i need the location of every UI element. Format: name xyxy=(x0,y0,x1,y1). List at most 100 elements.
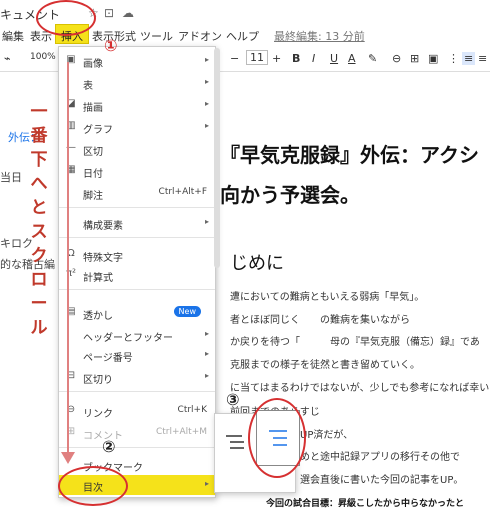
annotation-number-3: ③ xyxy=(226,390,240,409)
menu-help[interactable]: ヘルプ xyxy=(226,28,259,44)
menu-label: 表 xyxy=(83,81,93,92)
submenu-arrow-icon: ▸ xyxy=(204,371,209,380)
menu-label: 透かし xyxy=(83,311,113,322)
move-icon[interactable]: ⊡ xyxy=(104,6,114,20)
image-icon[interactable]: ▣ xyxy=(428,52,438,65)
annotation-char: ク xyxy=(30,246,48,266)
menu-date[interactable]: ▦ 日付 xyxy=(59,161,215,181)
menu-drawing[interactable]: ◪ 描画 ▸ xyxy=(59,95,215,115)
menu-building-blocks[interactable]: 構成要素 ▸ xyxy=(59,213,215,233)
more-icon[interactable]: ⋮ xyxy=(448,52,459,65)
body-line: UP済だが、 xyxy=(300,430,354,441)
zoom-select[interactable]: 100% xyxy=(30,52,56,62)
insert-menu: ▣ 画像 ▸ 表 ▸ ◪ 描画 ▸ ▥ グラフ ▸ — 区切 ▦ 日付 脚注 C… xyxy=(58,46,216,498)
annotation-char: 下 xyxy=(30,150,48,170)
shortcut-text: Ctrl+K xyxy=(177,405,207,415)
font-size-decrease[interactable]: − xyxy=(230,52,239,65)
shortcut-text: Ctrl+Alt+M xyxy=(155,427,207,437)
submenu-arrow-icon: ▸ xyxy=(204,479,209,488)
shortcut-text: Ctrl+Alt+F xyxy=(158,187,207,197)
menu-label: ヘッダーとフッター xyxy=(83,333,173,344)
body-line: 遭においての難病ともいえる弱病「早気」。 xyxy=(230,292,425,303)
menu-headers-footers[interactable]: ヘッダーとフッター ▸ xyxy=(59,325,215,345)
menu-addons[interactable]: アドオン xyxy=(178,28,222,44)
underline-button[interactable]: U xyxy=(330,52,338,65)
body-line: 者とほぼ同じく の難病を集いながら xyxy=(230,315,410,326)
menu-tools[interactable]: ツール xyxy=(140,28,173,44)
menu-label: 区切 xyxy=(83,147,103,158)
menu-divider xyxy=(59,207,215,208)
section-heading: じめに xyxy=(230,253,284,274)
annotation-circle-toc-style xyxy=(248,398,306,478)
font-size-increase[interactable]: + xyxy=(272,52,281,65)
annotation-char: ロ xyxy=(30,270,48,290)
highlight-icon[interactable]: ✎ xyxy=(368,52,377,65)
text-color-button[interactable]: A xyxy=(348,52,356,65)
annotation-char: 番 xyxy=(30,126,48,146)
submenu-arrow-icon: ▸ xyxy=(204,329,209,338)
menu-footnote[interactable]: 脚注 Ctrl+Alt+F xyxy=(59,183,215,203)
menu-link[interactable]: ⊖ リンク Ctrl+K xyxy=(59,401,215,421)
menu-label: ページ番号 xyxy=(83,353,133,364)
annotation-number-1: ① xyxy=(104,36,118,55)
menu-label: 構成要素 xyxy=(83,221,123,232)
annotation-char: へ xyxy=(30,174,48,194)
menu-equation[interactable]: π² 計算式 xyxy=(59,265,215,285)
submenu-arrow-icon: ▸ xyxy=(204,55,209,64)
menu-image[interactable]: ▣ 画像 ▸ xyxy=(59,51,215,71)
menu-label: 脚注 xyxy=(83,191,103,202)
outline-note: 当日 xyxy=(0,171,22,184)
menu-chart[interactable]: ▥ グラフ ▸ xyxy=(59,117,215,137)
menu-special-characters[interactable]: Ω 特殊文字 xyxy=(59,245,215,265)
body-line: 克服までの様子を徒然と書き留めていく。 xyxy=(230,360,420,371)
italic-button[interactable]: I xyxy=(312,52,315,65)
new-badge: New xyxy=(173,306,201,317)
scroll-guide-line xyxy=(67,62,69,457)
bold-button[interactable]: B xyxy=(292,52,300,65)
menu-label: 特殊文字 xyxy=(83,253,123,264)
scroll-guide-arrow-icon xyxy=(61,452,75,464)
annotation-char: ス xyxy=(30,222,48,242)
toc-plain-icon xyxy=(226,435,244,449)
paint-format-icon[interactable]: ⌁ xyxy=(4,52,11,65)
menu-page-numbers[interactable]: ページ番号 ▸ xyxy=(59,345,215,365)
body-line: に当てはまるわけではないが、少しでも参考になれば幸い xyxy=(230,383,490,394)
submenu-arrow-icon: ▸ xyxy=(204,99,209,108)
menu-label: 計算式 xyxy=(83,273,113,284)
menu-label: 描画 xyxy=(83,103,103,114)
menu-break[interactable]: ⊟ 区切り ▸ xyxy=(59,367,215,387)
menu-scrollbar[interactable] xyxy=(214,48,220,268)
align-left-icon[interactable]: ≡ xyxy=(462,52,476,65)
menu-divider xyxy=(59,391,215,392)
menu-label: 日付 xyxy=(83,169,103,180)
last-edit-link[interactable]: 最終編集: 13 分前 xyxy=(274,28,365,44)
toc-style-plain-option[interactable] xyxy=(224,424,246,460)
submenu-arrow-icon: ▸ xyxy=(204,121,209,130)
link-icon[interactable]: ⊖ xyxy=(392,52,401,65)
body-line: めと途中記録アプリの移行その他で xyxy=(300,452,460,463)
annotation-circle-toc xyxy=(58,466,128,506)
annotation-char: ー xyxy=(30,294,48,314)
body-line: か戻りを待つ「 母の『早気克服（備忘）録』であ xyxy=(230,337,480,348)
submenu-arrow-icon: ▸ xyxy=(204,217,209,226)
submenu-arrow-icon: ▸ xyxy=(204,77,209,86)
menu-divider xyxy=(59,289,215,290)
menu-label: リンク xyxy=(83,409,113,420)
menu-horizontal-line[interactable]: — 区切 xyxy=(59,139,215,159)
menu-label: グラフ xyxy=(83,125,113,136)
comment-icon[interactable]: ⊞ xyxy=(410,52,419,65)
document-heading: 『早気克服録』外伝：アクシ xyxy=(220,143,479,167)
menu-edit[interactable]: 編集 xyxy=(2,28,24,44)
menu-label: 画像 xyxy=(83,59,103,70)
annotation-vertical-text: 一 番 下 へ と ス ク ロ ー ル xyxy=(26,100,52,340)
annotation-char: ル xyxy=(30,318,48,338)
annotation-char: 一 xyxy=(30,102,48,122)
cloud-icon: ☁ xyxy=(122,6,134,20)
body-line: 選会直後に書いた今回の記事をUP。 xyxy=(300,475,464,486)
menu-watermark[interactable]: ▤ 透かし New xyxy=(59,303,215,323)
font-size-input[interactable]: 11 xyxy=(246,50,268,65)
annotation-char: と xyxy=(30,198,48,218)
align-center-icon[interactable]: ≡ xyxy=(478,52,487,65)
annotation-circle-insert xyxy=(36,0,96,36)
menu-table[interactable]: 表 ▸ xyxy=(59,73,215,93)
